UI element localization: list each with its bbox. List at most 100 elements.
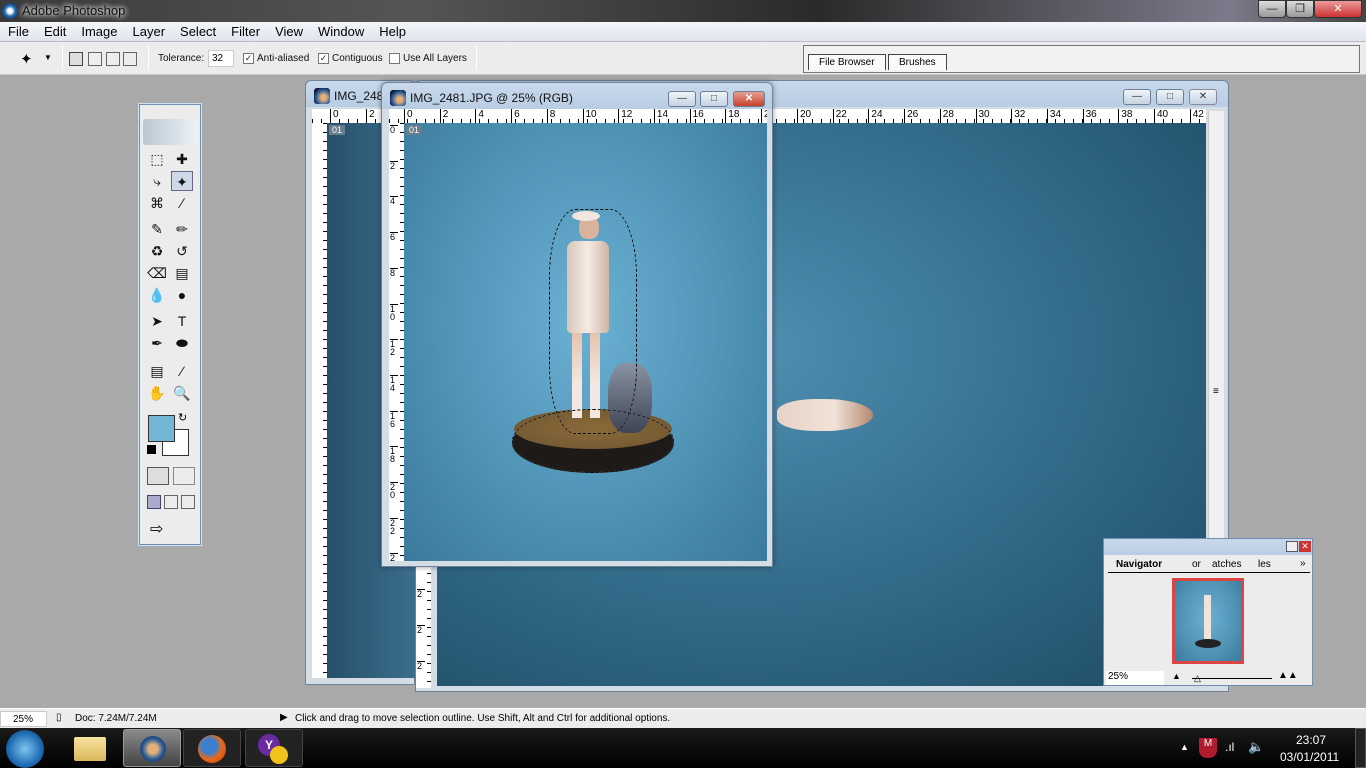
- foreground-color-swatch[interactable]: [148, 415, 175, 442]
- notes-tool-icon[interactable]: ▤: [146, 361, 168, 381]
- clock-date[interactable]: 03/01/2011: [1280, 750, 1339, 764]
- status-menu-arrow-icon[interactable]: ▶: [280, 712, 288, 723]
- tab-color[interactable]: or: [1192, 559, 1201, 570]
- navigator-zoom-input[interactable]: 25%: [1106, 671, 1164, 685]
- mcafee-icon[interactable]: M: [1199, 738, 1217, 758]
- minimize-button[interactable]: —: [1123, 89, 1151, 105]
- magic-wand-icon[interactable]: ✦: [20, 50, 33, 68]
- menu-filter[interactable]: Filter: [223, 22, 267, 39]
- maximize-button[interactable]: □: [700, 91, 728, 107]
- full-screen-menu-mode-icon[interactable]: [164, 495, 178, 509]
- hand-tool-icon[interactable]: ✋: [146, 383, 168, 403]
- close-button[interactable]: ✕: [733, 91, 765, 107]
- standard-mode-icon[interactable]: [147, 467, 169, 485]
- anti-aliased-checkbox[interactable]: ✓: [243, 53, 254, 64]
- tab-swatches[interactable]: atches: [1212, 559, 1241, 570]
- start-button[interactable]: [6, 730, 44, 768]
- default-colors-icon[interactable]: [147, 445, 156, 454]
- tab-styles[interactable]: les: [1258, 559, 1271, 570]
- tab-navigator[interactable]: Navigator: [1116, 559, 1162, 570]
- full-screen-mode-icon[interactable]: [181, 495, 195, 509]
- eyedropper-tool-icon[interactable]: ⁄: [171, 361, 193, 381]
- taskbar-firefox[interactable]: [183, 729, 241, 767]
- jump-to-imageready-icon[interactable]: ⇨: [150, 519, 163, 539]
- minimize-button[interactable]: —: [668, 91, 696, 107]
- slice-tool-icon[interactable]: ∕: [171, 193, 193, 213]
- show-hidden-icons[interactable]: ▲: [1180, 742, 1189, 752]
- move-tool-icon[interactable]: ✚: [171, 149, 193, 169]
- tool-preset-dropdown-icon[interactable]: ▼: [44, 53, 52, 62]
- new-selection-icon[interactable]: [69, 52, 83, 66]
- swap-colors-icon[interactable]: ↻: [178, 411, 187, 424]
- eraser-tool-icon[interactable]: ⌫: [146, 263, 168, 283]
- taskbar-yahoo-messenger[interactable]: Y: [245, 729, 303, 767]
- close-button[interactable]: ✕: [1189, 89, 1217, 105]
- blur-tool-icon[interactable]: 💧: [146, 285, 168, 305]
- add-to-selection-icon[interactable]: [88, 52, 102, 66]
- ruler-label: 20: [797, 109, 811, 123]
- network-icon[interactable]: .ıl: [1225, 740, 1234, 754]
- rectangular-marquee-tool-icon[interactable]: ⬚: [146, 149, 168, 169]
- document-canvas[interactable]: 01: [404, 123, 767, 561]
- selection-marquee-base[interactable]: [512, 409, 674, 473]
- zoom-tool-icon[interactable]: 🔍: [171, 383, 193, 403]
- type-tool-icon[interactable]: T: [171, 311, 193, 331]
- menu-image[interactable]: Image: [73, 22, 124, 39]
- tab-file-browser[interactable]: File Browser: [808, 54, 886, 70]
- close-button[interactable]: ✕: [1299, 541, 1311, 552]
- ruler-label: 42: [1189, 109, 1204, 123]
- ruler-label: 1 0: [390, 303, 398, 321]
- tolerance-input[interactable]: 32: [208, 50, 234, 67]
- clone-stamp-tool-icon[interactable]: ♻: [146, 241, 168, 261]
- clock-time[interactable]: 23:07: [1296, 733, 1326, 747]
- selection-marquee[interactable]: [549, 209, 637, 434]
- ruler-label: 2: [417, 661, 425, 671]
- menu-help[interactable]: Help: [371, 22, 413, 39]
- healing-brush-tool-icon[interactable]: ✎: [146, 219, 168, 239]
- gradient-tool-icon[interactable]: ▤: [171, 263, 193, 283]
- zoom-slider[interactable]: [1192, 678, 1272, 679]
- navigator-thumbnail[interactable]: [1172, 578, 1244, 664]
- quick-mask-mode-icon[interactable]: [173, 467, 195, 485]
- ruler-label: 2 0: [390, 482, 398, 500]
- menu-edit[interactable]: Edit: [36, 22, 73, 39]
- dodge-tool-icon[interactable]: ●: [171, 285, 193, 305]
- standard-screen-mode-icon[interactable]: [147, 495, 161, 509]
- shape-tool-icon[interactable]: ⬬: [171, 333, 193, 353]
- path-selection-tool-icon[interactable]: ➤: [146, 311, 168, 331]
- show-desktop-button[interactable]: [1355, 728, 1366, 768]
- close-button[interactable]: ✕: [1314, 0, 1362, 18]
- menu-window[interactable]: Window: [310, 22, 371, 39]
- magic-wand-tool-icon[interactable]: ✦: [171, 171, 193, 191]
- restore-button[interactable]: ❐: [1286, 0, 1314, 18]
- brush-tool-icon[interactable]: ✏: [171, 219, 193, 239]
- minimize-button[interactable]: —: [1258, 0, 1286, 18]
- taskbar-photoshop[interactable]: [123, 729, 181, 767]
- tab-brushes[interactable]: Brushes: [888, 54, 947, 70]
- contiguous-checkbox[interactable]: ✓: [318, 53, 329, 64]
- minimize-button[interactable]: [1286, 541, 1298, 552]
- menu-select[interactable]: Select: [172, 22, 223, 39]
- adobe-online-icon[interactable]: [143, 119, 198, 145]
- pen-tool-icon[interactable]: ✒: [146, 333, 168, 353]
- maximize-button[interactable]: □: [1156, 89, 1184, 105]
- ruler-label: 1 2: [390, 339, 398, 357]
- taskbar-windows-explorer[interactable]: [64, 729, 122, 767]
- zoom-in-icon[interactable]: ▲▲: [1278, 670, 1298, 681]
- menu-file[interactable]: File: [0, 22, 36, 39]
- lasso-tool-icon[interactable]: ⤷: [146, 171, 168, 191]
- document-window-active[interactable]: IMG_2481.JPG @ 25% (RGB) — □ ✕ 0 2 4 6 8 10 12…: [381, 82, 773, 567]
- volume-icon[interactable]: 🔈: [1248, 739, 1264, 755]
- zoom-slider-handle[interactable]: △: [1194, 673, 1201, 684]
- history-brush-tool-icon[interactable]: ↺: [171, 241, 193, 261]
- zoom-field[interactable]: 25%: [0, 711, 47, 727]
- ruler-label: 20: [761, 109, 767, 123]
- menu-layer[interactable]: Layer: [125, 22, 173, 39]
- intersect-selection-icon[interactable]: [123, 52, 137, 66]
- zoom-out-icon[interactable]: ▲: [1172, 671, 1181, 681]
- use-all-layers-checkbox[interactable]: [389, 53, 400, 64]
- subtract-from-selection-icon[interactable]: [106, 52, 120, 66]
- menu-view[interactable]: View: [267, 22, 310, 39]
- palette-menu-icon[interactable]: »: [1300, 558, 1306, 569]
- crop-tool-icon[interactable]: ⌘: [146, 193, 168, 213]
